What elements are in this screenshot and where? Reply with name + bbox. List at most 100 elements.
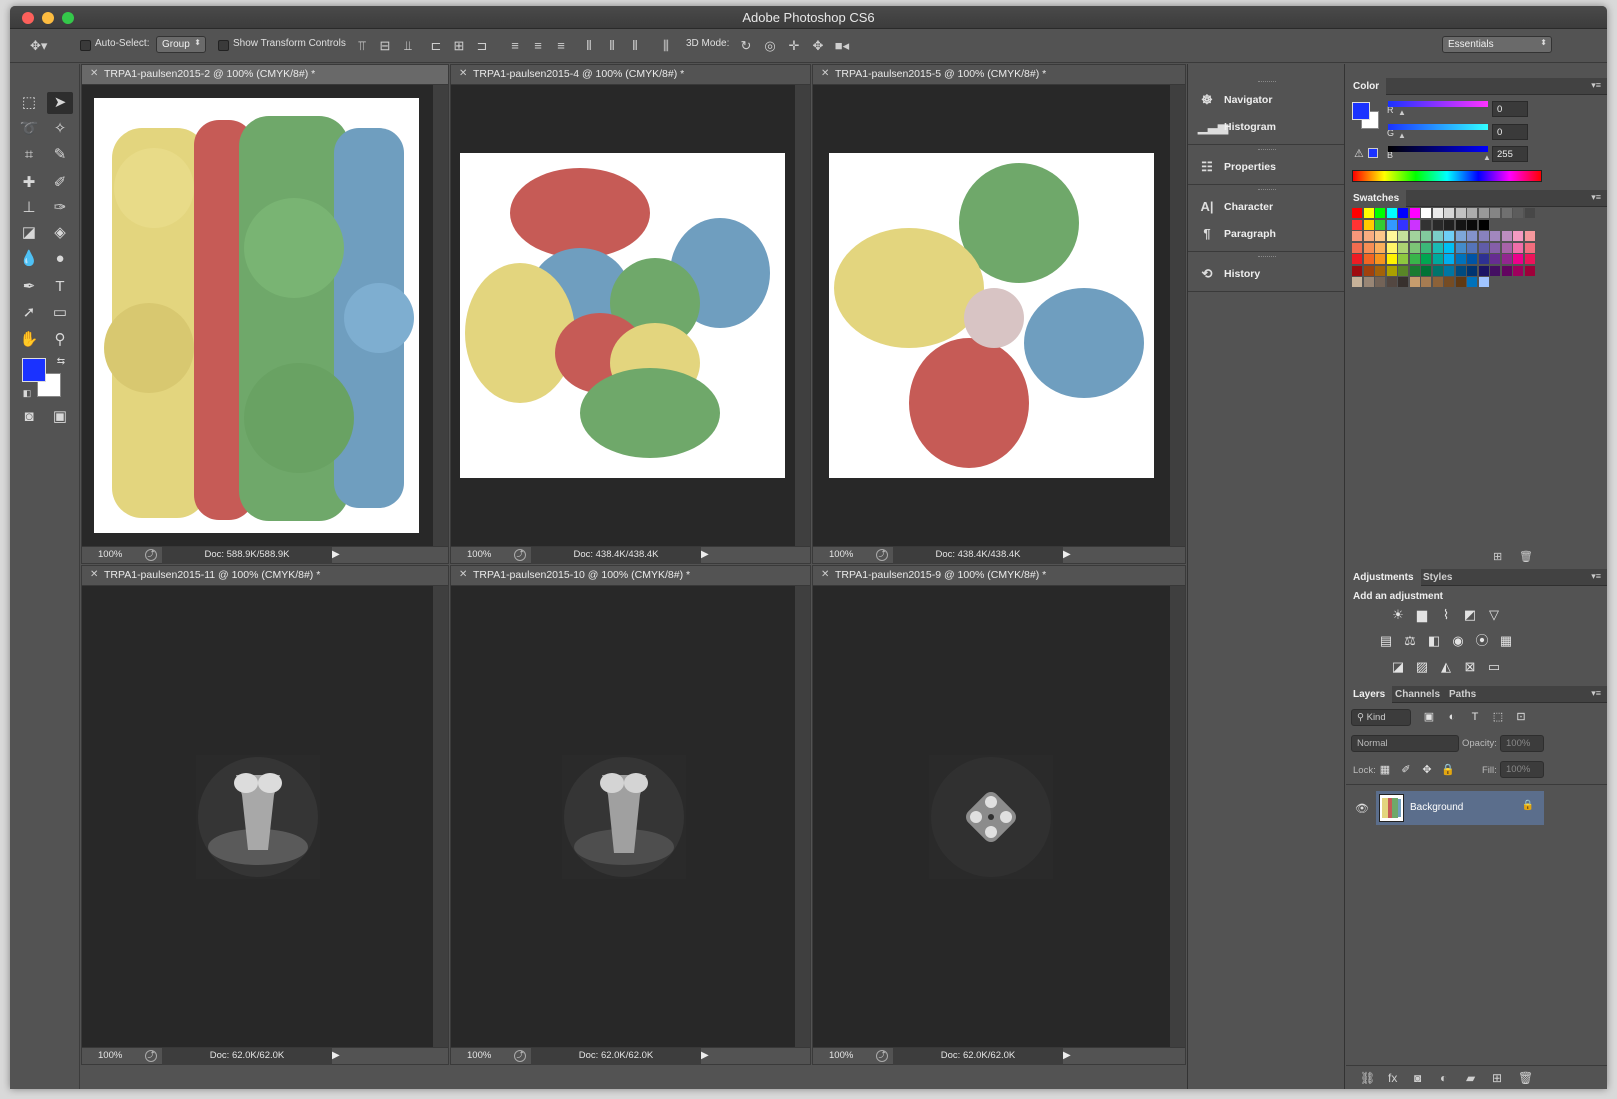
fill-field[interactable]: 100% xyxy=(1500,761,1544,778)
lock-transparent-icon[interactable]: ▦ xyxy=(1376,761,1394,779)
auto-align-icon[interactable]: ⫼ xyxy=(658,38,674,54)
new-swatch-icon[interactable]: ⊞ xyxy=(1493,550,1502,563)
b-slider-thumb-icon[interactable]: ▲ xyxy=(1483,153,1491,162)
color-swatch[interactable] xyxy=(1444,277,1454,287)
color-swatch[interactable] xyxy=(1501,242,1512,253)
exposure-icon[interactable]: ◩ xyxy=(1461,606,1479,624)
color-swatch[interactable] xyxy=(1467,254,1477,264)
color-swatch[interactable] xyxy=(1398,277,1408,287)
swatches-tab[interactable]: Swatches xyxy=(1346,190,1407,207)
align-bottom-icon[interactable]: ⫫ xyxy=(400,38,416,54)
color-swatch[interactable] xyxy=(1421,242,1431,253)
3d-scale-icon[interactable]: ■◂ xyxy=(834,38,850,54)
layer-style-fx-icon[interactable]: fx xyxy=(1388,1071,1397,1085)
invert-icon[interactable]: ◪ xyxy=(1389,658,1407,676)
brush-tool-icon[interactable]: ✐ xyxy=(47,172,73,194)
posterize-icon[interactable]: ▨ xyxy=(1413,658,1431,676)
vertical-scrollbar[interactable] xyxy=(1170,85,1185,546)
dodge-tool-icon[interactable]: ● xyxy=(47,248,73,270)
color-swatch[interactable] xyxy=(1444,254,1454,264)
close-icon[interactable]: ✕ xyxy=(90,68,98,79)
align-hcenter-icon[interactable]: ⊞ xyxy=(451,38,467,54)
filter-smart-object-icon[interactable]: ⊡ xyxy=(1512,708,1530,726)
document-canvas[interactable] xyxy=(82,85,448,546)
filter-type-icon[interactable]: T xyxy=(1466,708,1484,726)
color-swatch[interactable] xyxy=(1467,242,1477,253)
color-swatch[interactable] xyxy=(1501,254,1512,264)
gradient-map-icon[interactable]: ▭ xyxy=(1485,658,1503,676)
color-swatch[interactable] xyxy=(1444,208,1454,218)
close-icon[interactable]: ✕ xyxy=(90,569,98,580)
color-swatch[interactable] xyxy=(1490,254,1500,264)
auto-select-dropdown[interactable]: Group ⬍ xyxy=(156,36,206,53)
export-icon[interactable]: ⤴ xyxy=(876,549,888,561)
levels-icon[interactable]: ▆ xyxy=(1413,606,1431,624)
layers-tab[interactable]: Layers xyxy=(1346,686,1393,703)
document-tab-4[interactable]: ✕ TRPA1-paulsen2015-11 @ 100% (CMYK/8#) … xyxy=(82,566,448,586)
color-swatch[interactable] xyxy=(1432,242,1443,253)
color-swatch[interactable] xyxy=(1352,231,1362,241)
hue-saturation-icon[interactable]: ▤ xyxy=(1377,632,1395,650)
color-swatch[interactable] xyxy=(1363,231,1374,241)
paragraph-panel-button[interactable]: ¶ Paragraph xyxy=(1188,222,1344,248)
zoom-level[interactable]: 100% xyxy=(98,549,122,560)
workspace-dropdown[interactable]: Essentials ⬍ xyxy=(1442,36,1552,53)
color-swatch[interactable] xyxy=(1375,231,1385,241)
type-tool-icon[interactable]: T xyxy=(47,276,73,298)
color-swatch[interactable] xyxy=(1455,277,1466,287)
color-swatch[interactable] xyxy=(1524,231,1535,241)
export-icon[interactable]: ⤴ xyxy=(514,549,526,561)
color-swatch[interactable] xyxy=(1478,231,1489,241)
color-swatch[interactable] xyxy=(1421,231,1431,241)
color-swatch[interactable] xyxy=(1467,208,1477,218)
close-icon[interactable]: ✕ xyxy=(459,68,467,79)
color-swatch[interactable] xyxy=(1386,242,1397,253)
color-swatch[interactable] xyxy=(1432,208,1443,218)
document-tab-2[interactable]: ✕ TRPA1-paulsen2015-4 @ 100% (CMYK/8#) * xyxy=(451,65,810,85)
g-slider-thumb-icon[interactable]: ▲ xyxy=(1398,131,1406,140)
zoom-level[interactable]: 100% xyxy=(98,1050,122,1061)
color-swatch[interactable] xyxy=(1375,219,1385,230)
panel-grip[interactable] xyxy=(1258,81,1276,84)
color-lookup-icon[interactable]: ▦ xyxy=(1497,632,1515,650)
color-swatch[interactable] xyxy=(1352,242,1362,253)
color-swatch[interactable] xyxy=(1455,208,1466,218)
color-swatch[interactable] xyxy=(1409,208,1420,218)
color-swatch[interactable] xyxy=(1513,265,1523,276)
show-transform-checkbox[interactable] xyxy=(218,40,229,51)
close-icon[interactable]: ✕ xyxy=(821,569,829,580)
photo-filter-icon[interactable]: ◉ xyxy=(1449,632,1467,650)
close-icon[interactable]: ✕ xyxy=(821,68,829,79)
paths-tab[interactable]: Paths xyxy=(1442,686,1483,703)
color-swatch[interactable] xyxy=(1467,277,1477,287)
color-swatch[interactable] xyxy=(1432,277,1443,287)
color-swatch[interactable] xyxy=(1524,208,1535,218)
add-mask-icon[interactable]: ◙ xyxy=(1414,1071,1421,1085)
color-swatch[interactable] xyxy=(1352,219,1362,230)
panel-menu-icon[interactable]: ▾≡ xyxy=(1591,192,1601,203)
properties-panel-button[interactable]: ☷ Properties xyxy=(1188,155,1344,181)
color-swatch[interactable] xyxy=(1467,219,1477,230)
swap-colors-icon[interactable]: ⇆ xyxy=(48,351,74,373)
color-swatch[interactable] xyxy=(1375,277,1385,287)
color-swatch[interactable] xyxy=(1478,277,1489,287)
color-swatch[interactable] xyxy=(1524,265,1535,276)
status-menu-arrow-icon[interactable]: ▶ xyxy=(332,1050,340,1061)
color-swatch[interactable] xyxy=(1478,208,1489,218)
close-icon[interactable]: ✕ xyxy=(459,569,467,580)
color-swatch[interactable] xyxy=(1490,208,1500,218)
color-swatch[interactable] xyxy=(1501,208,1512,218)
vertical-scrollbar[interactable] xyxy=(433,85,448,546)
color-swatch[interactable] xyxy=(1444,242,1454,253)
3d-slide-icon[interactable]: ✥ xyxy=(810,38,826,54)
color-swatch[interactable] xyxy=(1409,242,1420,253)
color-swatch[interactable] xyxy=(1386,219,1397,230)
color-swatch[interactable] xyxy=(1386,208,1397,218)
navigator-panel-button[interactable]: ☸ Navigator xyxy=(1188,88,1344,114)
color-swatch[interactable] xyxy=(1363,265,1374,276)
move-tool-preset-icon[interactable]: ✥▾ xyxy=(30,38,47,54)
color-swatch[interactable] xyxy=(1421,254,1431,264)
color-swatch[interactable] xyxy=(1352,277,1362,287)
document-canvas[interactable] xyxy=(451,85,810,546)
vertical-scrollbar[interactable] xyxy=(433,586,448,1047)
